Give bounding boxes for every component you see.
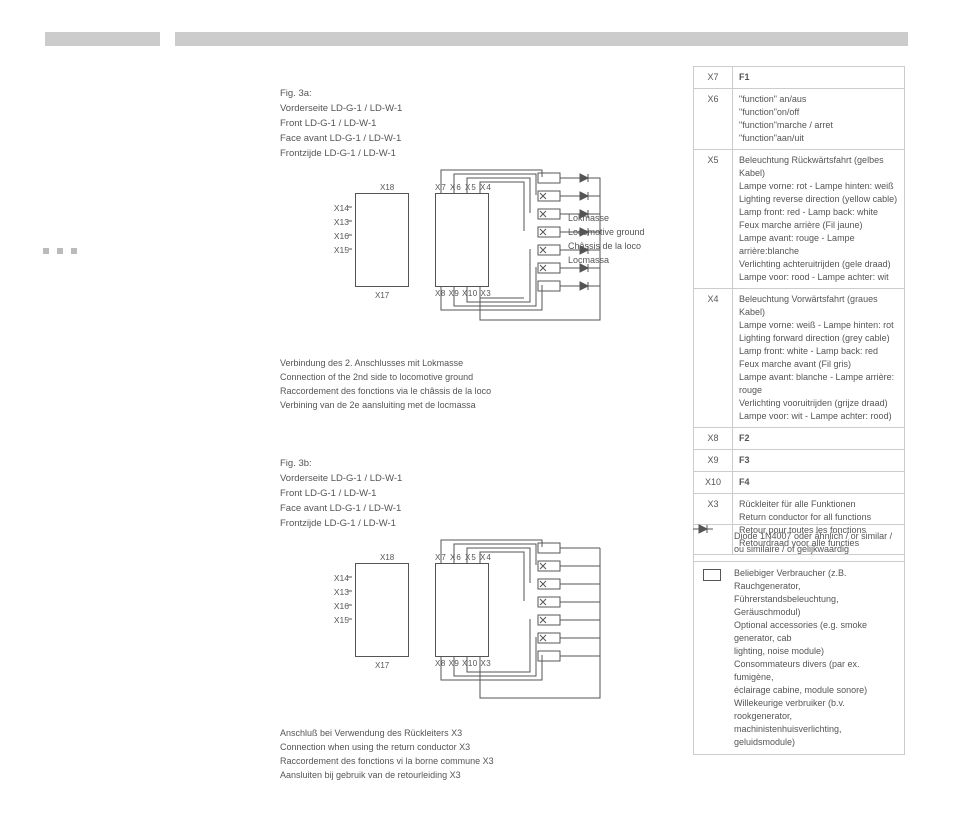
cell-x9: X9 (694, 450, 733, 472)
page: Fig. 3a: Vorderseite LD-G-1 / LD-W-1 Fro… (0, 0, 954, 674)
fig3a-x18: X18 (380, 183, 394, 192)
fig3b-cap1: Anschluß bei Verwendung des Rückleiters … (280, 726, 660, 740)
header-bar-left (45, 32, 160, 46)
chip-right (435, 563, 489, 657)
fig3a-cap4: Verbining van de 2e aansluiting met de l… (280, 398, 660, 412)
chip-left (355, 193, 409, 287)
chip-right (435, 193, 489, 287)
fig3b-line4: Frontzijde LD-G-1 / LD-W-1 (280, 516, 660, 531)
fig3a-x17: X17 (375, 291, 389, 300)
legend: Diode 1N4007 oder ähnlich / or similar /… (693, 524, 905, 755)
fig3b-cap2: Connection when using the return conduct… (280, 740, 660, 754)
fig3a-cap3: Raccordement des fonctions via le châssi… (280, 384, 660, 398)
fig3a-caption: Verbindung des 2. Anschlusses mit Lokmas… (280, 356, 660, 412)
fig3a-left-pins: X14 X13 X16 X15 (325, 201, 349, 257)
fig3b-heading: Fig. 3b: (280, 456, 660, 471)
fig3a-heading: Fig. 3a: (280, 86, 660, 101)
fig3b-schematic: X14 X13 X16 X15 X18 X17 X7 X6 X5 X4 X8 X… (280, 535, 660, 720)
cell-x7: X7 (694, 67, 733, 89)
fig3a-line4: Frontzijde LD-G-1 / LD-W-1 (280, 146, 660, 161)
fig3a-bot-pins: X8 X9 X10 X3 (435, 289, 491, 298)
fig3b-bot-pins: X8 X9 X10 X3 (435, 659, 491, 668)
cell-x10: X10 (694, 472, 733, 494)
cell-x6-val: "function" an/aus "function"on/off "func… (733, 89, 905, 150)
cell-x4: X4 (694, 289, 733, 428)
fig3a-line2: Front LD-G-1 / LD-W-1 (280, 116, 660, 131)
fig3b-x17: X17 (375, 661, 389, 670)
fig3a-cap2: Connection of the 2nd side to locomotive… (280, 370, 660, 384)
chip-left (355, 563, 409, 657)
fig3b-left-pins: X14 X13 X16 X15 (325, 571, 349, 627)
fig3b-cap3: Raccordement des fonctions vi la borne c… (280, 754, 660, 768)
legend-consumer: Beliebiger Verbraucher (z.B. Rauchgenera… (693, 562, 905, 755)
legend-diode-text: Diode 1N4007 oder ähnlich / or similar /… (734, 530, 892, 556)
cell-x6: X6 (694, 89, 733, 150)
fig3a-title: Fig. 3a: Vorderseite LD-G-1 / LD-W-1 Fro… (280, 86, 660, 161)
fig3a-ground-label: Lokmasse Locomotive ground Châssis de la… (568, 211, 645, 267)
fig3a-schematic: X14 X13 X16 X15 X18 X17 X7 X6 X5 X4 X8 X… (280, 165, 660, 350)
fig3b-top-pins: X7 X6 X5 X4 (435, 553, 492, 562)
fig-3a: Fig. 3a: Vorderseite LD-G-1 / LD-W-1 Fro… (280, 86, 660, 412)
fig3b-line2: Front LD-G-1 / LD-W-1 (280, 486, 660, 501)
fig3b-title: Fig. 3b: Vorderseite LD-G-1 / LD-W-1 Fro… (280, 456, 660, 531)
fig3b-line1: Vorderseite LD-G-1 / LD-W-1 (280, 471, 660, 486)
consumer-box-icon (700, 567, 724, 749)
fig3b-x18: X18 (380, 553, 394, 562)
figures-column: Fig. 3a: Vorderseite LD-G-1 / LD-W-1 Fro… (280, 86, 660, 826)
cell-x8: X8 (694, 428, 733, 450)
legend-diode: Diode 1N4007 oder ähnlich / or similar /… (693, 524, 905, 562)
fig3a-line3: Face avant LD-G-1 / LD-W-1 (280, 131, 660, 146)
cell-x9-val: F3 (733, 450, 905, 472)
diode-icon (700, 530, 724, 556)
cell-x4-val: Beleuchtung Vorwärtsfahrt (graues Kabel)… (733, 289, 905, 428)
fig-3b: Fig. 3b: Vorderseite LD-G-1 / LD-W-1 Fro… (280, 456, 660, 782)
fig3b-line3: Face avant LD-G-1 / LD-W-1 (280, 501, 660, 516)
fig3a-cap1: Verbindung des 2. Anschlusses mit Lokmas… (280, 356, 660, 370)
cell-x8-val: F2 (733, 428, 905, 450)
cell-x7-val: F1 (733, 67, 905, 89)
cell-x10-val: F4 (733, 472, 905, 494)
fig3a-top-pins: X7 X6 X5 X4 (435, 183, 492, 192)
legend-consumer-text: Beliebiger Verbraucher (z.B. Rauchgenera… (734, 567, 898, 749)
header-bar-right (175, 32, 908, 46)
cell-x5-val: Beleuchtung Rückwärtsfahrt (gelbes Kabel… (733, 150, 905, 289)
margin-dots (43, 248, 77, 254)
fig3a-line1: Vorderseite LD-G-1 / LD-W-1 (280, 101, 660, 116)
fig3b-cap4: Aansluiten bij gebruik van de retourleid… (280, 768, 660, 782)
cell-x5: X5 (694, 150, 733, 289)
pin-reference-table: X7F1 X6"function" an/aus "function"on/of… (693, 66, 905, 555)
fig3b-caption: Anschluß bei Verwendung des Rückleiters … (280, 726, 660, 782)
